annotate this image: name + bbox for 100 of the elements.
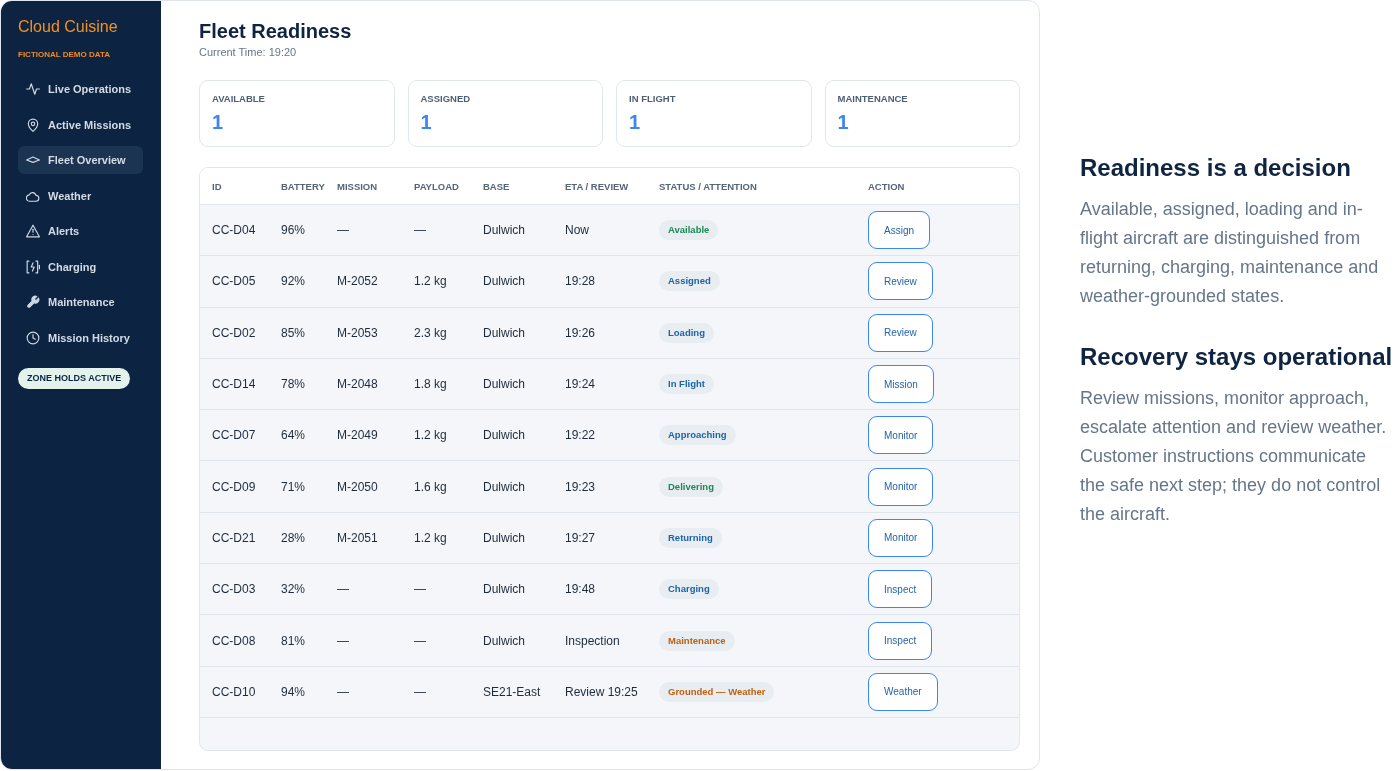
warning-icon [26,224,40,238]
table-cell: 1.2 kg [414,428,447,443]
table-cell: 1.2 kg [414,530,447,545]
table-cell: CC-D08 [212,633,256,648]
status-tag: Delivering [659,476,723,497]
table-cell: Dulwich [483,274,525,289]
status-tag: Assigned [659,271,720,292]
table-cell: 94% [281,684,306,699]
table-cell: 2.3 kg [414,325,447,340]
action-button[interactable]: Monitor [868,467,934,506]
nav-item[interactable]: Live Operations [18,75,143,103]
status-tag: Grounded — Weather [659,681,775,702]
table-cell: 19:24 [565,377,596,392]
action-button[interactable]: Inspect [868,621,933,660]
action-button[interactable]: Mission [868,365,934,404]
nav-item[interactable]: Maintenance [18,288,143,316]
table-cell: — [414,633,426,648]
table-cell: CC-D07 [212,428,256,443]
section-paragraph: Review missions, monitor approach, escalate attention and review weather. Customer instructions communicate the safe next step; they do not control the aircraft. [1080,387,1388,526]
table-cell: Dulwich [483,325,525,340]
table-cell: Dulwich [483,428,525,443]
table-cell: 92% [281,274,306,289]
status-tag: Approaching [659,425,736,446]
stat-value: 1 [629,110,642,134]
table-cell: CC-D09 [212,479,256,494]
table-cell: CC-D14 [212,377,256,392]
table-cell: M-2051 [337,530,378,545]
table-cell: SE21-East [483,684,541,699]
nav-item[interactable]: Weather [18,181,143,210]
table-cell: Dulwich [483,633,525,648]
table-cell: 71% [281,479,306,494]
nav-item[interactable]: Active Missions [18,110,143,139]
table-cell: 78% [281,377,306,392]
table-cell: 19:22 [565,428,596,443]
column-header: ETA / REVIEW [565,180,629,192]
column-header: PAYLOAD [414,180,459,192]
stat-value: 1 [212,110,225,134]
table-cell: — [414,684,426,699]
table-cell: M-2053 [337,325,378,340]
section-heading: Readiness is a decision [1080,153,1352,183]
column-header: ID [212,180,222,192]
clock-icon [26,330,40,345]
table-cell: — [337,633,349,648]
pulse-icon [26,82,40,96]
table-cell: Dulwich [483,223,525,238]
table-cell: 96% [281,223,306,238]
action-button[interactable]: Inspect [868,570,933,609]
table-cell: CC-D04 [212,223,256,238]
table-cell: 1.6 kg [414,479,447,494]
wrench-icon [26,295,40,309]
status-tag: Returning [659,527,722,548]
table-cell: CC-D10 [212,684,256,699]
table-cell: Dulwich [483,530,525,545]
status-badge: ZONE HOLDS ACTIVE [18,367,131,389]
table-cell: CC-D03 [212,582,256,597]
table-cell: 19:23 [565,479,596,494]
nav-item[interactable]: Fleet Overview [18,146,143,174]
table-cell: 1.8 kg [414,377,447,392]
status-tag: Loading [659,322,714,343]
table-cell: Dulwich [483,479,525,494]
column-header: STATUS / ATTENTION [659,180,757,192]
table-cell: — [414,582,426,597]
status-tag: Available [659,220,719,241]
table-cell: Now [565,223,589,238]
stat-label: MAINTENANCE [837,93,909,105]
table-cell: CC-D02 [212,325,256,340]
status-tag: Charging [659,579,719,600]
action-button[interactable]: Assign [868,211,930,250]
nav-item[interactable]: Charging [18,252,143,281]
table-cell: 81% [281,633,306,648]
page-title: Fleet Readiness [199,19,353,43]
action-button[interactable]: Review [868,262,933,301]
stat-label: IN FLIGHT [629,93,677,105]
section-paragraph: Available, assigned, loading and in-flight aircraft are distinguished from returning, charging, maintenance and weather-grounded states. [1080,198,1380,308]
nav-item[interactable]: Alerts [18,217,143,245]
table-cell: — [337,684,349,699]
section-heading: Recovery stays operational [1080,342,1394,372]
column-header: MISSION [337,180,378,192]
table-cell: — [337,582,349,597]
table-cell: 19:26 [565,325,596,340]
column-header: ACTION [868,180,905,192]
action-button[interactable]: Monitor [868,416,934,455]
table-cell: Review 19:25 [565,684,638,699]
table-cell: 19:28 [565,274,596,289]
action-button[interactable]: Review [868,313,933,352]
brand-name: Cloud Cuisine [18,17,119,37]
action-button[interactable]: Monitor [868,518,934,557]
stat-value: 1 [420,110,433,134]
nav-item[interactable]: Mission History [18,323,143,352]
table-cell: Dulwich [483,377,525,392]
action-button[interactable]: Weather [868,672,938,711]
tagline: FICTIONAL DEMO DATA [18,50,111,60]
stat-label: AVAILABLE [212,93,266,105]
status-tag: Maintenance [659,630,735,651]
table-cell: Inspection [565,633,620,648]
stat-value: 1 [837,110,850,134]
stat-label: ASSIGNED [420,93,472,105]
table-cell: CC-D21 [212,530,256,545]
table-cell: 32% [281,582,306,597]
table-cell: 64% [281,428,306,443]
